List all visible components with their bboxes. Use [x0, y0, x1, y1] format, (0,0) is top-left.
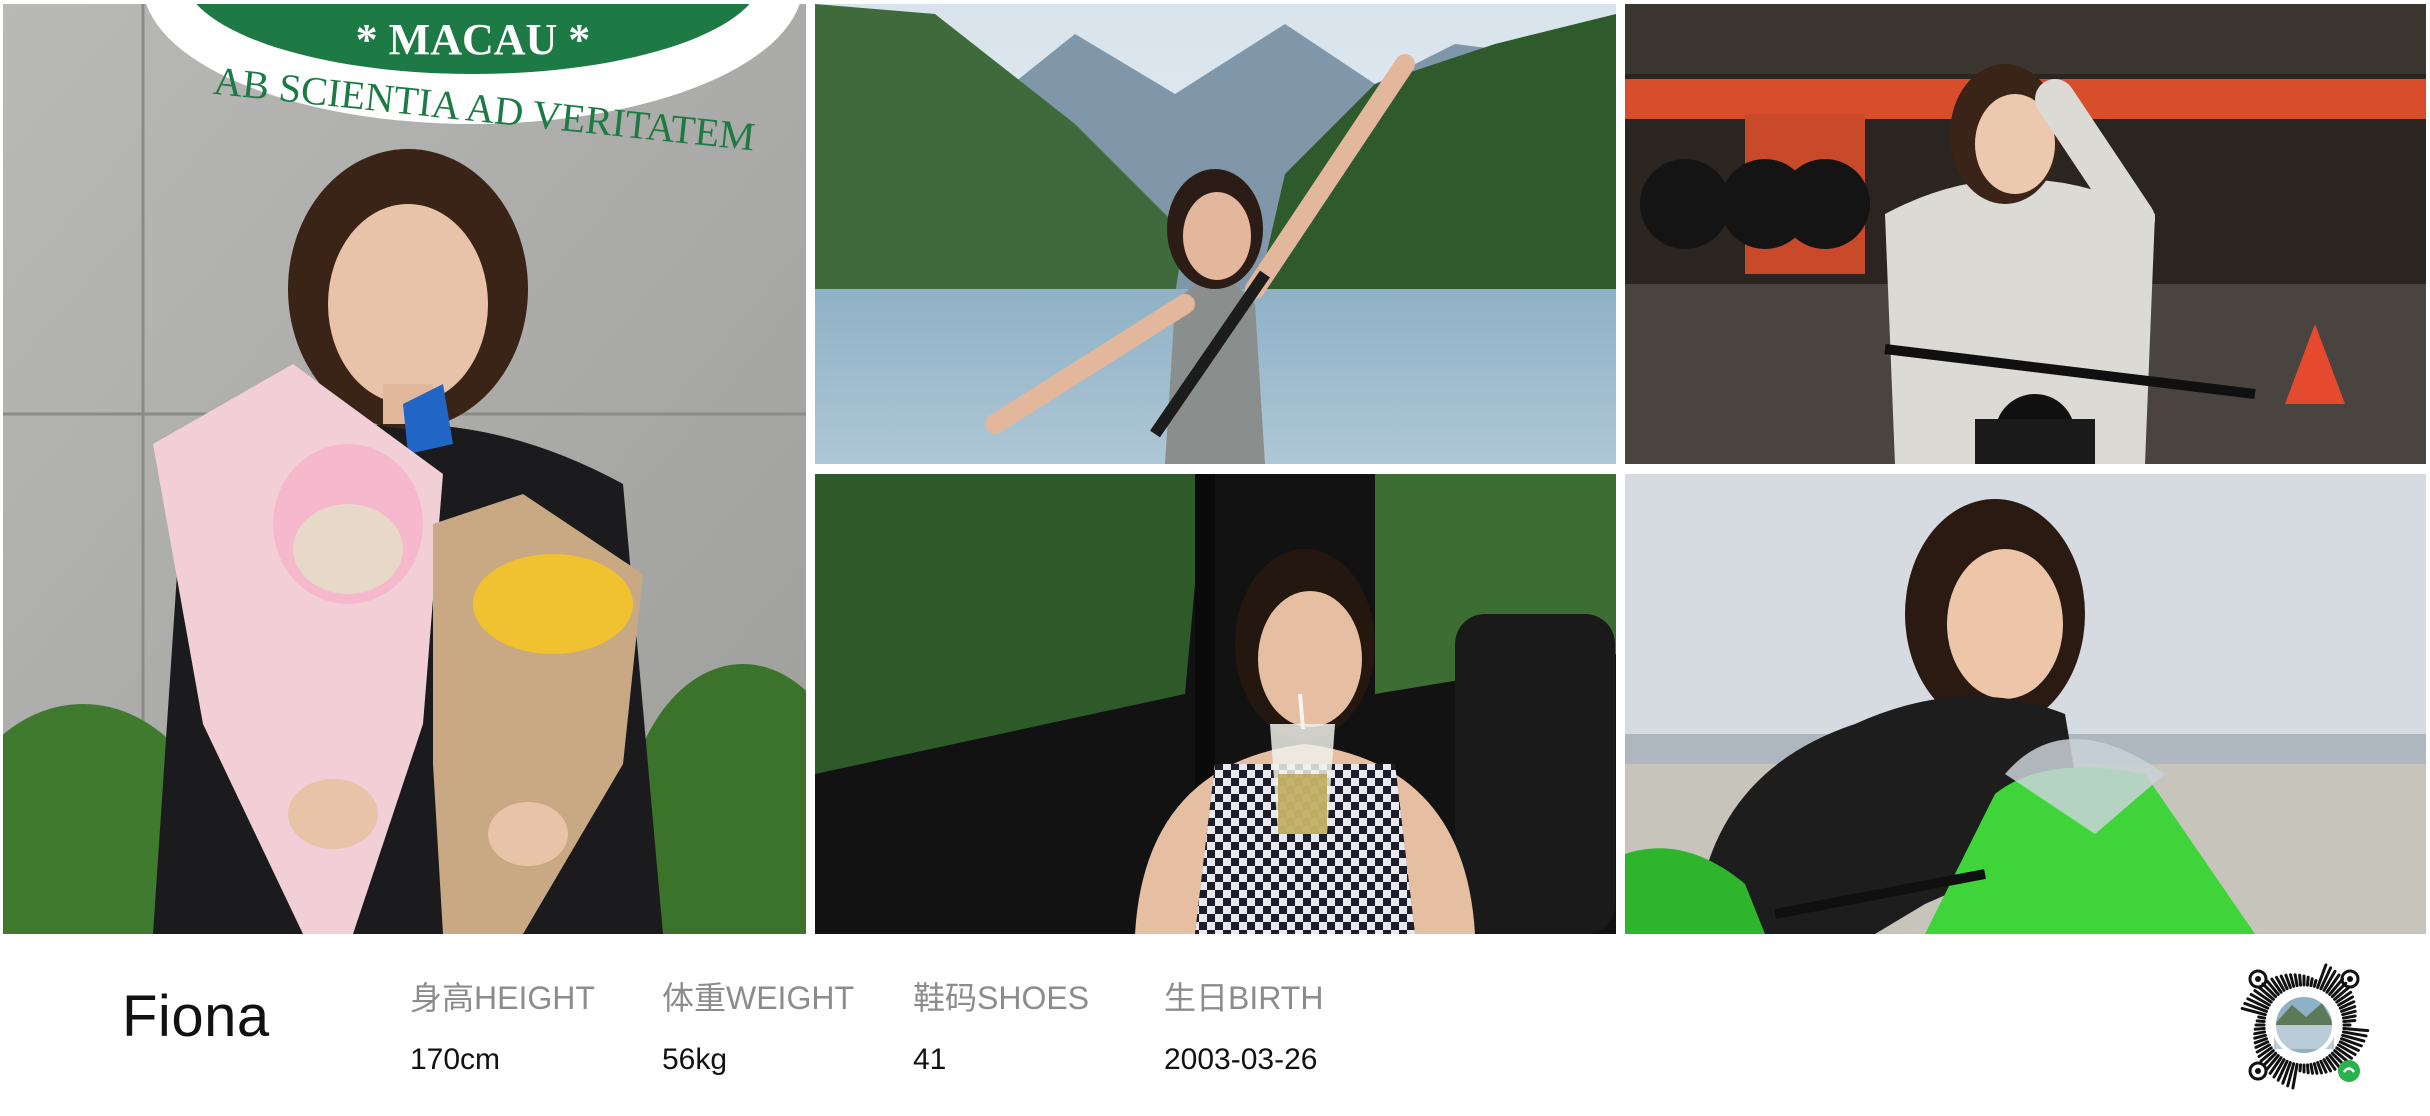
seal-top-text: * MACAU * [356, 15, 591, 64]
stat-label: 体重WEIGHT [662, 980, 854, 1016]
photo-lake [815, 4, 1616, 464]
stat-label: 生日BIRTH [1164, 980, 1324, 1016]
stat-birth: 生日BIRTH 2003-03-26 [1164, 973, 1323, 1077]
lake-image [815, 4, 1616, 464]
mini-program-code-graphic [2240, 963, 2370, 1090]
photo-car [815, 474, 1616, 934]
stat-weight: 体重WEIGHT 56kg [662, 973, 854, 1077]
street-image [1625, 4, 2426, 464]
stat-value: 56kg [662, 1043, 728, 1076]
stat-label: 身高HEIGHT [410, 980, 595, 1016]
motorbike-image [1625, 474, 2426, 934]
photo-graduation: * MACAU * AB SCIENTIA AD VERITATEM [3, 4, 806, 934]
photo-motorbike [1625, 474, 2426, 934]
model-name: Fiona [122, 984, 270, 1049]
stat-height: 身高HEIGHT 170cm [410, 973, 595, 1077]
graduation-image: * MACAU * AB SCIENTIA AD VERITATEM [3, 4, 806, 934]
car-image [815, 474, 1616, 934]
stat-shoes: 鞋码SHOES 41 [913, 973, 1089, 1077]
stat-label: 鞋码SHOES [913, 980, 1090, 1016]
stat-value: 41 [913, 1043, 947, 1076]
stat-value: 2003-03-26 [1164, 1043, 1318, 1076]
photo-street [1625, 4, 2426, 464]
mini-program-code-icon[interactable] [2234, 955, 2374, 1095]
stat-value: 170cm [410, 1043, 501, 1076]
